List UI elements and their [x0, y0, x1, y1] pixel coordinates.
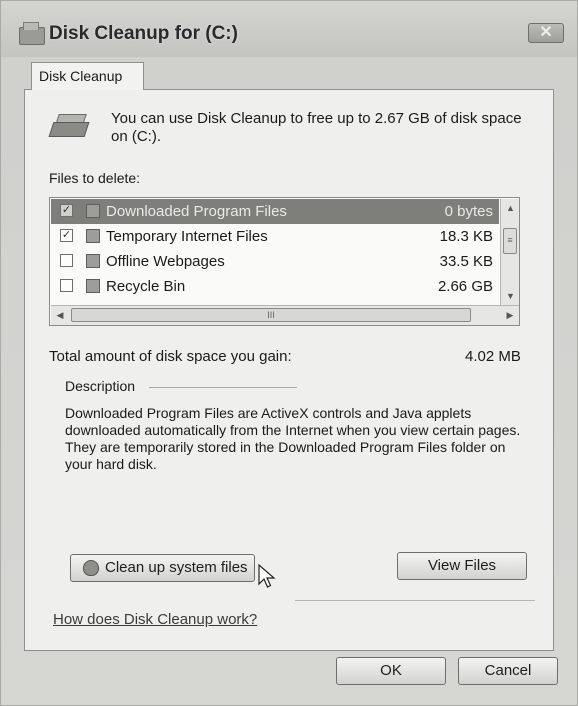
- ok-button[interactable]: OK: [336, 657, 446, 685]
- list-item[interactable]: Recycle Bin 2.66 GB: [51, 274, 499, 299]
- drive-cleanup-icon: [48, 114, 90, 137]
- recycle-bin-icon: [86, 279, 100, 293]
- files-to-delete-label: Files to delete:: [49, 170, 141, 186]
- file-checkbox[interactable]: ✓: [60, 204, 73, 217]
- cancel-button[interactable]: Cancel: [458, 657, 558, 685]
- disk-cleanup-window: Disk Cleanup for (C:) ✕ Disk Cleanup You…: [0, 0, 578, 706]
- vertical-scroll-thumb[interactable]: ≡: [503, 228, 517, 254]
- horizontal-scroll-thumb[interactable]: III: [71, 308, 471, 322]
- description-label: Description: [65, 378, 142, 394]
- mouse-cursor-icon: [258, 564, 276, 588]
- list-item[interactable]: Offline Webpages 33.5 KB: [51, 249, 499, 274]
- file-size: 18.3 KB: [439, 228, 493, 245]
- scroll-up-arrow-icon[interactable]: ▲: [501, 199, 519, 217]
- clean-up-system-files-button[interactable]: Clean up system files: [70, 554, 255, 582]
- intro-text: You can use Disk Cleanup to free up to 2…: [111, 110, 522, 145]
- file-name: Offline Webpages: [106, 253, 225, 270]
- shield-icon: [83, 560, 99, 576]
- scroll-left-arrow-icon[interactable]: ◀: [51, 306, 69, 325]
- tab-panel: You can use Disk Cleanup to free up to 2…: [24, 89, 554, 651]
- list-item[interactable]: ✓ Downloaded Program Files 0 bytes: [51, 199, 499, 224]
- file-size: 33.5 KB: [439, 253, 493, 270]
- view-files-button[interactable]: View Files: [397, 552, 527, 580]
- description-text: Downloaded Program Files are ActiveX con…: [65, 405, 521, 472]
- list-item[interactable]: ✓ Temporary Internet Files 18.3 KB: [51, 224, 499, 249]
- title-bar[interactable]: Disk Cleanup for (C:) ✕: [1, 1, 577, 57]
- clean-up-system-files-label: Clean up system files: [105, 559, 248, 576]
- window-title: Disk Cleanup for (C:): [49, 23, 238, 44]
- scroll-right-arrow-icon[interactable]: ▶: [501, 306, 519, 325]
- files-listbox[interactable]: ✓ Downloaded Program Files 0 bytes ✓ Tem…: [49, 197, 520, 326]
- page-icon: [86, 229, 100, 243]
- globe-icon: [86, 254, 100, 268]
- separator: [295, 600, 535, 601]
- tab-disk-cleanup[interactable]: Disk Cleanup: [31, 62, 144, 90]
- vertical-scrollbar[interactable]: ▲ ≡ ▼: [500, 199, 519, 305]
- file-checkbox[interactable]: ✓: [60, 229, 73, 242]
- description-divider: [149, 387, 297, 388]
- help-link[interactable]: How does Disk Cleanup work?: [53, 611, 257, 628]
- file-name: Recycle Bin: [106, 278, 186, 295]
- total-space-value: 4.02 MB: [465, 348, 521, 365]
- horizontal-scrollbar[interactable]: ◀ III ▶: [51, 305, 519, 325]
- file-checkbox[interactable]: [60, 279, 73, 292]
- total-space-label: Total amount of disk space you gain:: [49, 348, 292, 365]
- file-size: 0 bytes: [444, 203, 493, 220]
- scroll-down-arrow-icon[interactable]: ▼: [501, 287, 519, 305]
- file-size: 2.66 GB: [437, 278, 493, 295]
- file-name: Temporary Internet Files: [106, 228, 268, 245]
- folder-icon: [86, 204, 100, 218]
- file-checkbox[interactable]: [60, 254, 73, 267]
- file-name: Downloaded Program Files: [106, 203, 287, 220]
- close-button[interactable]: ✕: [528, 23, 564, 43]
- disk-cleanup-app-icon: [19, 22, 45, 45]
